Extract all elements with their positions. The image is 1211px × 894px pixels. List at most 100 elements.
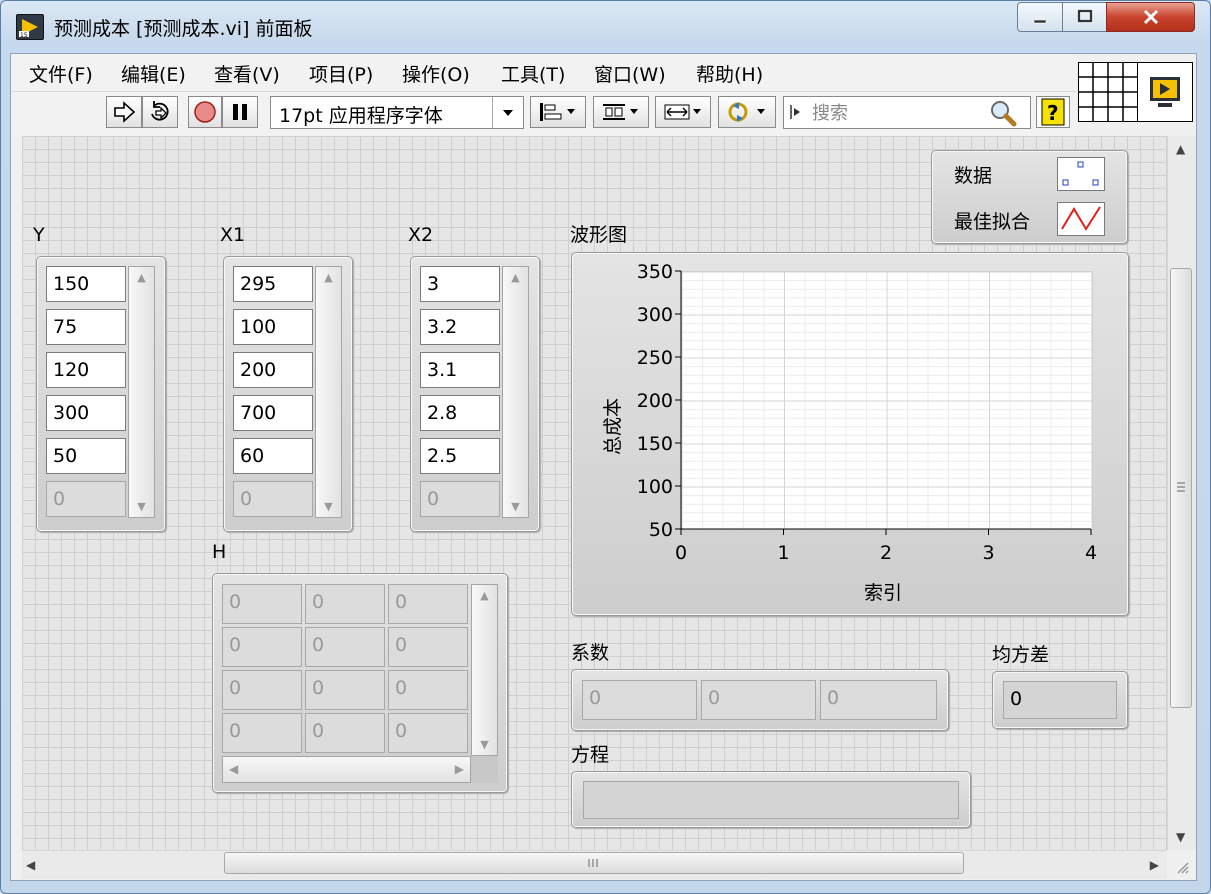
reorder-button[interactable] [718,96,776,128]
pause-button[interactable] [222,96,258,128]
scroll-up-icon[interactable]: ▲ [129,271,154,284]
array-y-element[interactable]: 75 [46,309,126,345]
array-x1: 295 100 200 700 60 0 ▲ ▼ [223,256,353,532]
legend-line-swatch[interactable] [1057,202,1105,236]
resize-objects-button[interactable] [655,96,711,128]
matrix-h-vscrollbar[interactable]: ▲ ▼ [471,584,498,756]
scroll-up-icon[interactable]: ▲ [1176,142,1185,156]
context-help-button[interactable]: ? [1036,96,1070,128]
array-y-element[interactable]: 120 [46,352,126,388]
menu-help[interactable]: 帮助(H) [696,60,763,87]
title-bar[interactable]: 15 预测成本 [预测成本.vi] 前面板 [0,0,1211,52]
y-tick-label: 100 [637,476,673,498]
chevron-down-icon[interactable] [492,97,523,128]
scroll-up-icon[interactable]: ▲ [503,271,528,284]
matrix-h-cell[interactable]: 0 [305,713,385,753]
search-icon[interactable] [988,99,1018,131]
font-dropdown[interactable]: 17pt 应用程序字体 [270,96,524,129]
matrix-h-cell[interactable]: 0 [305,627,385,667]
abort-button[interactable] [188,96,222,128]
array-x2-element[interactable]: 3 [420,266,500,302]
scroll-up-icon[interactable]: ▲ [472,589,497,602]
window-title: 预测成本 [预测成本.vi] 前面板 [54,18,313,40]
array-x1-element[interactable]: 60 [233,438,313,474]
array-x2-empty-element[interactable]: 0 [420,481,500,517]
matrix-h-cell[interactable]: 0 [388,670,468,710]
connector-pane[interactable] [1078,62,1138,122]
array-y-element[interactable]: 300 [46,395,126,431]
array-x1-element[interactable]: 100 [233,309,313,345]
matrix-h-cell[interactable]: 0 [388,713,468,753]
matrix-h-hscrollbar[interactable]: ◀ ▶ [222,756,471,783]
scroll-down-icon[interactable]: ▼ [472,738,497,751]
search-box[interactable] [783,96,1031,129]
array-x2-element[interactable]: 2.8 [420,395,500,431]
array-x1-element[interactable]: 295 [233,266,313,302]
menu-operate[interactable]: 操作(O) [402,60,470,87]
maximize-button[interactable] [1062,2,1107,32]
array-y-empty-element[interactable]: 0 [46,481,126,517]
array-x1-scrollbar[interactable]: ▲ ▼ [315,266,342,518]
array-x2-element[interactable]: 3.2 [420,309,500,345]
scroll-down-icon[interactable]: ▼ [129,500,154,513]
menu-project[interactable]: 项目(P) [309,60,373,87]
equation-indicator[interactable] [583,781,959,819]
matrix-h-cell[interactable]: 0 [222,713,302,753]
legend-points-swatch[interactable] [1057,157,1105,191]
search-scope-icon[interactable] [789,104,803,124]
y-tick-label: 350 [637,261,673,283]
vertical-scroll-thumb[interactable] [1170,268,1192,708]
scroll-down-icon[interactable]: ▼ [503,500,528,513]
minimize-button[interactable] [1017,2,1063,32]
array-y-element[interactable]: 150 [46,266,126,302]
menu-window[interactable]: 窗口(W) [594,60,666,87]
matrix-h-cell[interactable]: 0 [388,627,468,667]
matrix-h-cell[interactable]: 0 [388,584,468,624]
align-objects-button[interactable] [530,96,586,128]
resize-grip-icon[interactable] [1172,857,1190,875]
run-button[interactable] [106,96,142,128]
array-x2-element[interactable]: 2.5 [420,438,500,474]
matrix-h-cell[interactable]: 0 [305,584,385,624]
array-x1-empty-element[interactable]: 0 [233,481,313,517]
grip-icon [588,859,598,867]
array-x1-element[interactable]: 700 [233,395,313,431]
array-x2-scrollbar[interactable]: ▲ ▼ [502,266,529,518]
distribute-icon [603,104,638,120]
run-continuously-button[interactable] [142,96,178,128]
run-continuously-icon [151,101,169,121]
scroll-right-icon[interactable]: ▶ [1150,858,1159,872]
scroll-left-icon[interactable]: ◀ [26,858,35,872]
legend-item-label: 数据 [954,165,993,187]
coefficient-cell[interactable]: 0 [582,680,697,720]
vi-icon[interactable] [1137,62,1193,122]
menu-view[interactable]: 查看(V) [214,60,280,87]
matrix-h-cell[interactable]: 0 [222,670,302,710]
scroll-up-icon[interactable]: ▲ [316,271,341,284]
scroll-down-icon[interactable]: ▼ [316,500,341,513]
close-button[interactable] [1106,2,1195,32]
array-y-scrollbar[interactable]: ▲ ▼ [128,266,155,518]
mse-indicator[interactable]: 0 [1003,681,1117,719]
connector-pane-icon [1079,63,1137,121]
matrix-h-cell[interactable]: 0 [222,584,302,624]
array-x1-element[interactable]: 200 [233,352,313,388]
coefficient-cell[interactable]: 0 [701,680,816,720]
menu-tools[interactable]: 工具(T) [501,60,565,87]
array-x2-element[interactable]: 3.1 [420,352,500,388]
scroll-down-icon[interactable]: ▼ [1176,830,1185,844]
array-y-element[interactable]: 50 [46,438,126,474]
plot-legend[interactable]: 数据 最佳拟合 [931,150,1128,244]
matrix-h-cell[interactable]: 0 [222,627,302,667]
abort-icon [194,101,216,123]
coefficient-cell[interactable]: 0 [820,680,937,720]
menu-edit[interactable]: 编辑(E) [121,60,186,87]
menu-file[interactable]: 文件(F) [29,60,93,87]
minimize-icon [1033,19,1047,24]
horizontal-scroll-thumb[interactable] [224,852,964,874]
scroll-left-icon[interactable]: ◀ [229,762,238,776]
search-input[interactable] [810,100,984,126]
scroll-right-icon[interactable]: ▶ [455,762,464,776]
matrix-h-cell[interactable]: 0 [305,670,385,710]
distribute-objects-button[interactable] [593,96,649,128]
